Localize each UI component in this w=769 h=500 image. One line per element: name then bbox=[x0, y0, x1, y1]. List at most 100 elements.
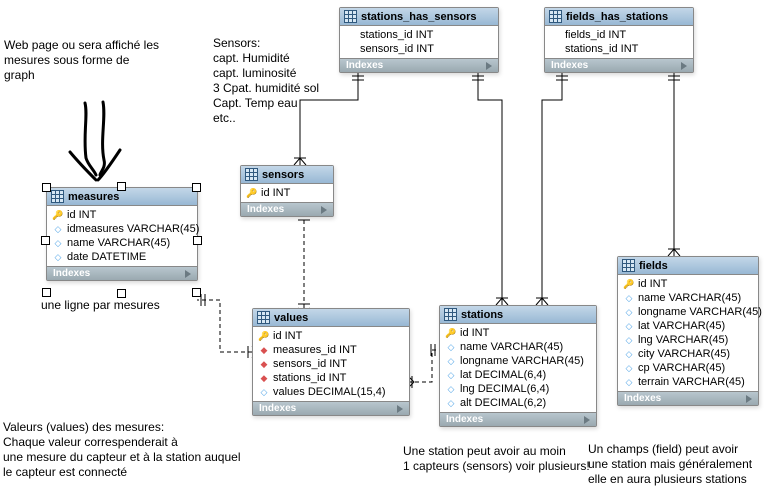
table-column[interactable]: ◆measures_id INT bbox=[253, 343, 409, 357]
indexes-bar[interactable]: Indexes bbox=[618, 391, 758, 405]
indexes-bar[interactable]: Indexes bbox=[440, 412, 596, 426]
diamond-icon: ◇ bbox=[446, 384, 456, 395]
expand-icon bbox=[584, 416, 590, 424]
table-column[interactable]: ◇ lng DECIMAL(6,4) bbox=[440, 382, 596, 396]
column-text: stations_id INT bbox=[273, 372, 346, 384]
indexes-bar[interactable]: Indexes bbox=[340, 58, 498, 72]
indexes-bar[interactable]: Indexes bbox=[253, 401, 409, 415]
selection-handle[interactable] bbox=[41, 236, 50, 245]
table-icon bbox=[344, 10, 357, 23]
column-list: 🔑id INT◇name VARCHAR(45)◇longname VARCHA… bbox=[618, 275, 758, 391]
table-column[interactable]: ◇name VARCHAR(45) bbox=[618, 291, 758, 305]
table-column[interactable]: ◇cp VARCHAR(45) bbox=[618, 361, 758, 375]
column-text: name VARCHAR(45) bbox=[67, 237, 170, 249]
table-column[interactable]: 🔑id INT bbox=[440, 326, 596, 340]
table-column[interactable]: ◇lat DECIMAL(6,4) bbox=[440, 368, 596, 382]
table-column[interactable]: ◇idmeasures VARCHAR(45) bbox=[47, 222, 197, 236]
diamond-icon: ◇ bbox=[624, 307, 634, 318]
table-column[interactable]: ◇date DATETIME bbox=[47, 250, 197, 264]
selection-handle[interactable] bbox=[117, 289, 126, 298]
table-icon bbox=[622, 259, 635, 272]
annotation-values: Valeurs (values) des mesures:Chaque vale… bbox=[3, 420, 273, 480]
selection-handle[interactable] bbox=[193, 236, 202, 245]
selection-handle[interactable] bbox=[42, 183, 51, 192]
table-column[interactable]: ◇ name VARCHAR(45) bbox=[440, 340, 596, 354]
column-text: lng DECIMAL(6,4) bbox=[460, 383, 549, 395]
table-column[interactable]: stations_id INT bbox=[545, 42, 693, 56]
column-list: 🔑id INT◆measures_id INT◆sensors_id INT◆s… bbox=[253, 327, 409, 401]
table-icon bbox=[444, 308, 457, 321]
annotation-measures-line: une ligne par mesures bbox=[41, 298, 221, 313]
indexes-label: Indexes bbox=[53, 268, 90, 279]
table-column[interactable]: ◆stations_id INT bbox=[253, 371, 409, 385]
table-header[interactable]: sensors bbox=[241, 166, 333, 184]
diamond-icon: ◇ bbox=[624, 321, 634, 332]
diamond-icon: ◇ bbox=[53, 224, 63, 235]
table-icon bbox=[257, 311, 270, 324]
table-column[interactable]: 🔑id INT bbox=[618, 277, 758, 291]
diamond-icon: ◇ bbox=[446, 342, 456, 353]
column-text: name VARCHAR(45) bbox=[460, 341, 563, 353]
column-list: fields_id INTstations_id INT bbox=[545, 26, 693, 58]
column-text: name VARCHAR(45) bbox=[638, 292, 741, 304]
column-text: lat VARCHAR(45) bbox=[638, 320, 725, 332]
column-text: city VARCHAR(45) bbox=[638, 348, 730, 360]
table-header[interactable]: values bbox=[253, 309, 409, 327]
table-column[interactable]: ◇alt DECIMAL(6,2) bbox=[440, 396, 596, 410]
diamond-icon: ◇ bbox=[624, 349, 634, 360]
table-stations[interactable]: stations 🔑id INT ◇ name VARCHAR(45)◇longnam… bbox=[439, 305, 597, 427]
table-column[interactable]: ◇longname VARCHAR(45) bbox=[440, 354, 596, 368]
column-list: 🔑id INT◇idmeasures VARCHAR(45)◇name VARC… bbox=[47, 206, 197, 266]
selection-handle[interactable] bbox=[117, 182, 126, 191]
fk-diamond-icon: ◆ bbox=[259, 359, 269, 370]
table-values[interactable]: values 🔑id INT◆measures_id INT◆sensors_id… bbox=[252, 308, 410, 416]
column-list: stations_id INTsensors_id INT bbox=[340, 26, 498, 58]
column-text: cp VARCHAR(45) bbox=[638, 362, 725, 374]
diamond-icon: ◇ bbox=[624, 335, 634, 346]
table-icon bbox=[549, 10, 562, 23]
table-column[interactable]: ◇name VARCHAR(45) bbox=[47, 236, 197, 250]
table-column[interactable]: ◇ city VARCHAR(45) bbox=[618, 347, 758, 361]
table-column[interactable]: ◇ lng VARCHAR(45) bbox=[618, 333, 758, 347]
table-title: measures bbox=[68, 191, 119, 203]
indexes-bar[interactable]: Indexes bbox=[241, 202, 333, 216]
key-icon: 🔑 bbox=[446, 328, 456, 339]
table-column[interactable]: ◇longname VARCHAR(45) bbox=[618, 305, 758, 319]
table-title: sensors bbox=[262, 169, 304, 181]
table-column[interactable]: ◆sensors_id INT bbox=[253, 357, 409, 371]
table-column[interactable]: sensors_id INT bbox=[340, 42, 498, 56]
selection-handle[interactable] bbox=[192, 183, 201, 192]
table-header[interactable]: fields bbox=[618, 257, 758, 275]
column-text: lng VARCHAR(45) bbox=[638, 334, 728, 346]
table-header[interactable]: stations bbox=[440, 306, 596, 324]
table-measures[interactable]: measures🔑id INT◇idmeasures VARCHAR(45)◇n… bbox=[46, 187, 198, 281]
indexes-bar[interactable]: Indexes bbox=[545, 58, 693, 72]
table-column[interactable]: fields_id INT bbox=[545, 28, 693, 42]
table-column[interactable]: 🔑id INT bbox=[253, 329, 409, 343]
table-title: values bbox=[274, 312, 308, 324]
selection-handle[interactable] bbox=[192, 288, 201, 297]
selection-handle[interactable] bbox=[42, 288, 51, 297]
table-column[interactable]: ◇values DECIMAL(15,4) bbox=[253, 385, 409, 399]
table-icon bbox=[245, 168, 258, 181]
annotation-webpage: Web page ou sera affiché lesmesures sous… bbox=[4, 38, 194, 83]
table-column[interactable]: ◇ lat VARCHAR(45) bbox=[618, 319, 758, 333]
table-header[interactable]: fields_has_stations bbox=[545, 8, 693, 26]
table-sensors[interactable]: sensors 🔑id INT Indexes bbox=[240, 165, 334, 217]
indexes-bar[interactable]: Indexes bbox=[47, 266, 197, 280]
table-title: fields bbox=[639, 260, 668, 272]
key-icon: 🔑 bbox=[53, 210, 63, 221]
table-column[interactable]: ◇terrain VARCHAR(45) bbox=[618, 375, 758, 389]
table-column[interactable]: 🔑id INT bbox=[241, 186, 333, 200]
key-icon: 🔑 bbox=[247, 188, 257, 199]
expand-icon bbox=[746, 395, 752, 403]
column-text: stations_id INT bbox=[360, 29, 433, 41]
table-column[interactable]: stations_id INT bbox=[340, 28, 498, 42]
key-icon: 🔑 bbox=[624, 279, 634, 290]
table-column[interactable]: 🔑id INT bbox=[47, 208, 197, 222]
table-header[interactable]: stations_has_sensors bbox=[340, 8, 498, 26]
diamond-icon: ◇ bbox=[446, 398, 456, 409]
table-stations_has_sensors[interactable]: stations_has_sensorsstations_id INTsenso… bbox=[339, 7, 499, 73]
table-fields[interactable]: fields🔑id INT◇name VARCHAR(45)◇longname … bbox=[617, 256, 759, 406]
table-fields_has_stations[interactable]: fields_has_stationsfields_id INTstations… bbox=[544, 7, 694, 73]
